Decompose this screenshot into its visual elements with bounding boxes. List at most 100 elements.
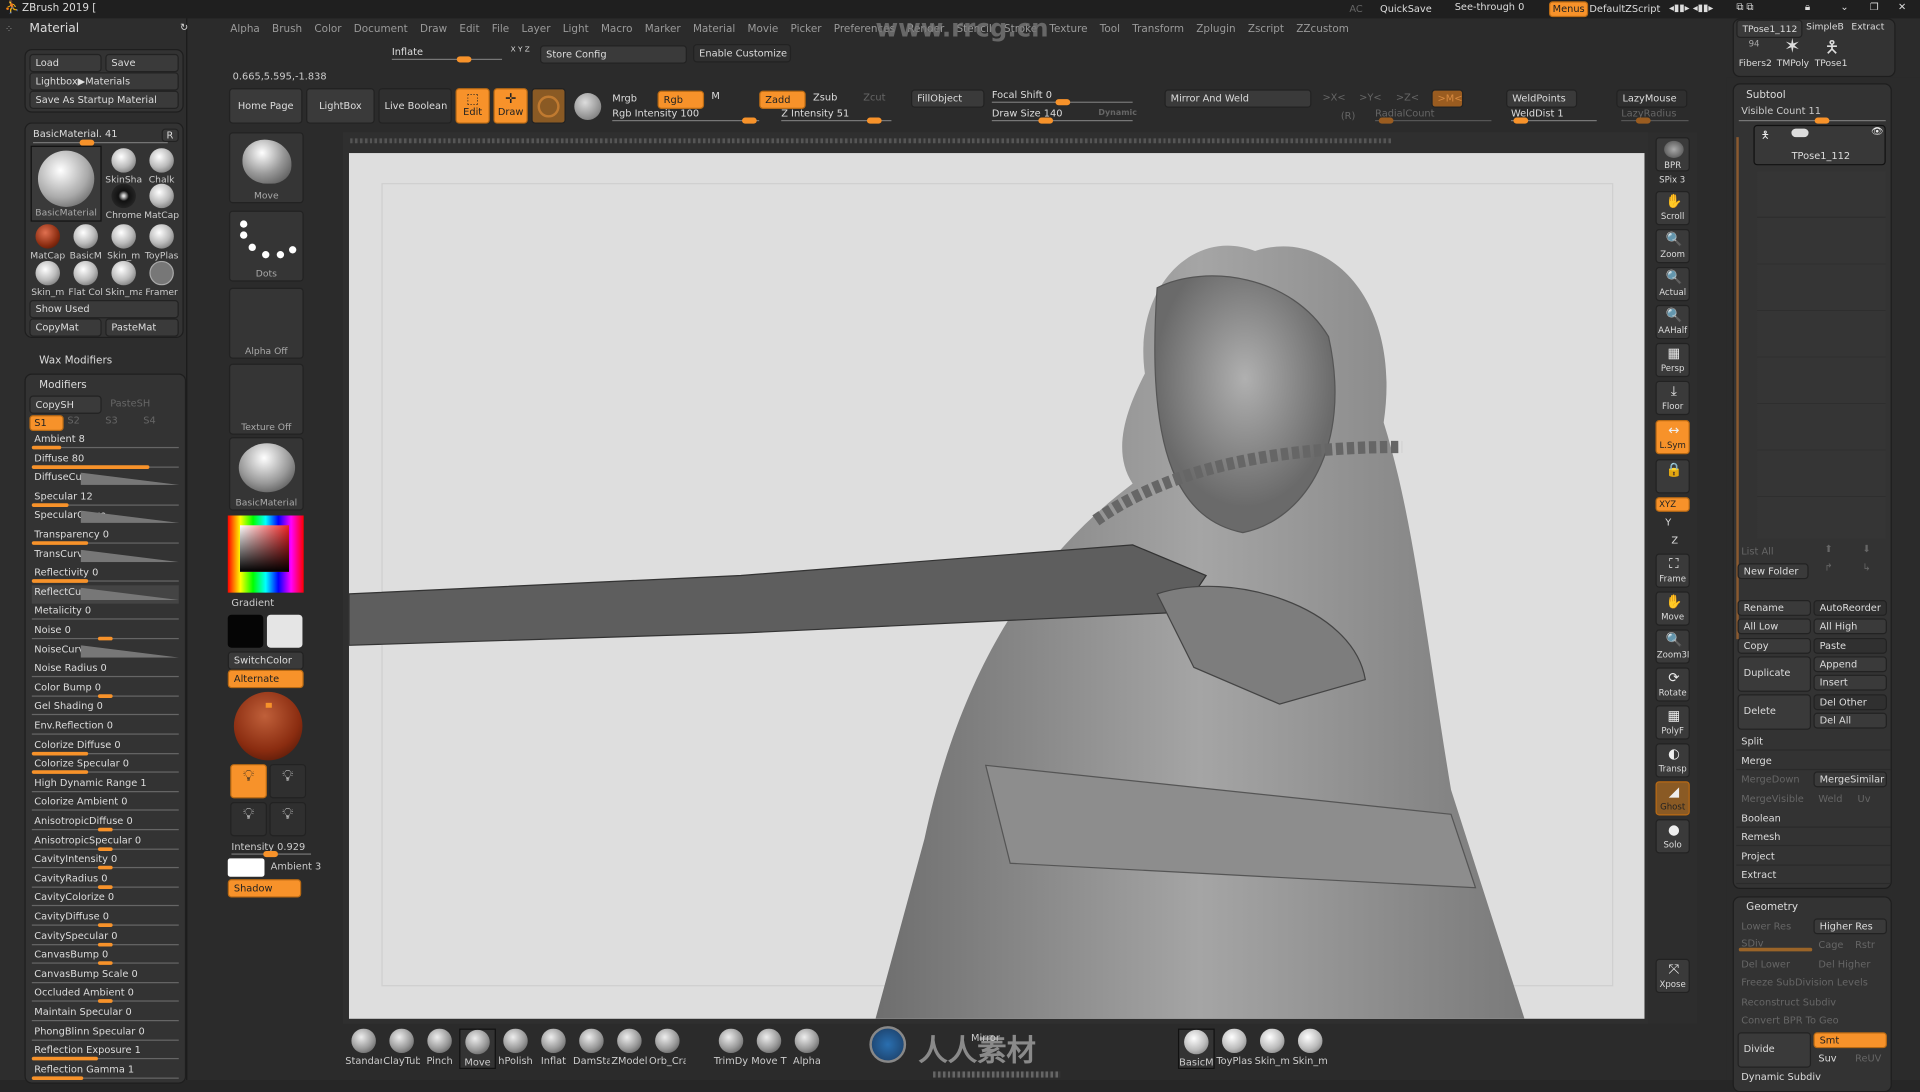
- del-all-button[interactable]: Del All: [1813, 712, 1887, 729]
- merge-similar-button[interactable]: MergeSimilar: [1813, 771, 1887, 788]
- quick-brush[interactable]: DamSta: [573, 1028, 610, 1067]
- edit-mode-button[interactable]: ⬚ Edit: [455, 88, 490, 124]
- bottom-shelf-scroll-handle[interactable]: [933, 1071, 1061, 1078]
- modifier-slider[interactable]: Noise Radius 0: [31, 661, 179, 679]
- reuv-button[interactable]: ReUV: [1855, 1053, 1881, 1064]
- modifier-slider[interactable]: Env.Reflection 0: [31, 719, 179, 737]
- move-mode-button[interactable]: [531, 88, 566, 124]
- stroke-selector[interactable]: Dots: [228, 210, 304, 282]
- curve-graph[interactable]: [80, 472, 179, 486]
- shader-s3-button[interactable]: S3: [105, 415, 117, 426]
- cage-button[interactable]: Cage: [1818, 939, 1843, 950]
- copy-sh-button[interactable]: CopySH: [29, 395, 102, 414]
- duplicate-button[interactable]: Duplicate: [1737, 656, 1812, 692]
- dock-floor-button[interactable]: ⤓ Floor: [1655, 380, 1690, 416]
- subtool-header[interactable]: Subtool: [1746, 89, 1786, 101]
- shader-s2-button[interactable]: S2: [67, 415, 79, 426]
- folder-arrow-icon[interactable]: ↱: [1824, 562, 1832, 573]
- menu-material[interactable]: Material: [693, 23, 735, 35]
- dock-lsym-button[interactable]: ↔ L.Sym: [1655, 420, 1690, 455]
- quick-brush[interactable]: Orb_Cra: [649, 1028, 686, 1067]
- slider-knob[interactable]: [97, 885, 113, 889]
- menu-color[interactable]: Color: [314, 23, 341, 35]
- model-viewport[interactable]: [348, 153, 1645, 1019]
- quick-brush[interactable]: ClayTubes: [383, 1028, 420, 1067]
- load-button[interactable]: Load: [29, 53, 102, 73]
- del-lower-button[interactable]: Del Lower: [1741, 959, 1790, 970]
- slider-track[interactable]: [31, 905, 179, 907]
- uv-button[interactable]: Uv: [1858, 793, 1871, 804]
- curve-editor[interactable]: TransCurve: [32, 547, 179, 565]
- suv-toggle[interactable]: Suv: [1818, 1053, 1836, 1064]
- mirror-button[interactable]: Mirror: [971, 1032, 1000, 1043]
- curve-editor[interactable]: NoiseCurve: [32, 642, 179, 660]
- rotate-y-toggle[interactable]: Y: [1665, 517, 1671, 528]
- modifier-slider[interactable]: Occluded Ambient 0: [31, 986, 179, 1004]
- list-all-button[interactable]: List All: [1741, 546, 1773, 557]
- project-section[interactable]: Project: [1736, 849, 1891, 866]
- lazy-mouse-button[interactable]: LazyMouse: [1616, 89, 1688, 108]
- menu-texture[interactable]: Texture: [1049, 23, 1087, 35]
- modifier-slider[interactable]: CavityColorize 0: [31, 891, 179, 909]
- material-swatch[interactable]: SkinSha: [105, 148, 142, 185]
- quick-brush[interactable]: Move T: [751, 1028, 788, 1067]
- dock-scroll-button[interactable]: ✋ Scroll: [1655, 191, 1690, 226]
- rgb-button[interactable]: Rgb: [657, 90, 705, 109]
- mrgb-button[interactable]: Mrgb: [612, 93, 637, 104]
- quick-material[interactable]: Skin_m: [1292, 1028, 1329, 1067]
- material-swatch[interactable]: Chalk: [143, 148, 180, 185]
- modifier-slider[interactable]: Noise 0: [31, 623, 179, 641]
- modifier-slider[interactable]: Specular 12: [31, 490, 179, 508]
- slider-knob[interactable]: [97, 923, 113, 927]
- material-swatch[interactable]: Skin_ma: [105, 260, 142, 298]
- texture-selector[interactable]: Texture Off: [228, 363, 304, 435]
- split-section[interactable]: Split: [1736, 733, 1891, 751]
- sdiv-track[interactable]: [1738, 947, 1813, 952]
- light-color-swatch[interactable]: [227, 858, 265, 877]
- subtool-toggle-icon[interactable]: [1791, 128, 1809, 138]
- quick-brush[interactable]: Move: [459, 1028, 496, 1069]
- camera-lock-button[interactable]: 🔒: [1655, 459, 1690, 494]
- menu-transform[interactable]: Transform: [1132, 23, 1184, 35]
- menu-file[interactable]: File: [492, 23, 509, 35]
- menu-layer[interactable]: Layer: [521, 23, 550, 35]
- modifier-slider[interactable]: CavityDiffuse 0: [31, 910, 179, 928]
- modifier-slider[interactable]: Reflection Exposure 1: [31, 1043, 179, 1061]
- alpha-selector[interactable]: Alpha Off: [228, 287, 304, 359]
- dock-transp-button[interactable]: ◐ Transp: [1655, 743, 1690, 778]
- switch-color-button[interactable]: SwitchColor: [227, 651, 304, 670]
- layout-arrows-icon[interactable]: ◂▮▮▸ ◂▮▮▸: [1669, 2, 1713, 13]
- modifier-slider[interactable]: Gel Shading 0: [31, 700, 179, 718]
- light-1-bulb-icon[interactable]: 💡︎: [230, 764, 267, 799]
- layout-swap-icon[interactable]: ⧉ ⧉: [1736, 1, 1753, 13]
- insert-button[interactable]: Insert: [1813, 674, 1887, 691]
- lightbox-materials-button[interactable]: Lightbox▶Materials: [29, 72, 179, 91]
- modifier-slider[interactable]: CavityRadius 0: [31, 872, 179, 890]
- curve-graph[interactable]: [80, 644, 179, 658]
- radial-toggle[interactable]: (R): [1341, 110, 1355, 121]
- light-3-bulb-icon[interactable]: 💡︎: [230, 802, 267, 837]
- m-button[interactable]: M: [711, 91, 719, 102]
- merge-down-button[interactable]: MergeDown: [1741, 774, 1799, 785]
- eye-icon[interactable]: 👁︎: [1871, 126, 1883, 137]
- gradient-toggle[interactable]: Gradient: [231, 598, 274, 609]
- quick-brush[interactable]: Pinch: [421, 1028, 458, 1067]
- sphere-icon[interactable]: [574, 93, 602, 121]
- weld-button[interactable]: Weld: [1818, 793, 1842, 804]
- modifier-slider[interactable]: CanvasBump 0: [31, 948, 179, 966]
- modifier-slider[interactable]: Colorize Ambient 0: [31, 795, 179, 813]
- menu-edit[interactable]: Edit: [459, 23, 479, 35]
- material-swatch[interactable]: Skin_m: [29, 260, 66, 298]
- sym-x-toggle[interactable]: >X<: [1322, 92, 1345, 103]
- quick-material[interactable]: BasicM: [1177, 1028, 1215, 1069]
- freeze-subdivision-button[interactable]: Freeze SubDivision Levels: [1741, 977, 1868, 988]
- inflate-slider[interactable]: Inflate: [392, 47, 423, 58]
- light-2-bulb-icon[interactable]: 💡︎: [269, 764, 307, 799]
- curve-graph[interactable]: [80, 549, 179, 562]
- slider-fill[interactable]: [31, 751, 88, 756]
- reconstruct-subdiv-button[interactable]: Reconstruct Subdiv: [1741, 997, 1836, 1008]
- curve-graph[interactable]: [80, 587, 179, 600]
- higher-res-button[interactable]: Higher Res: [1813, 918, 1887, 935]
- merge-section[interactable]: Merge: [1736, 753, 1891, 771]
- slider-knob[interactable]: [97, 827, 113, 832]
